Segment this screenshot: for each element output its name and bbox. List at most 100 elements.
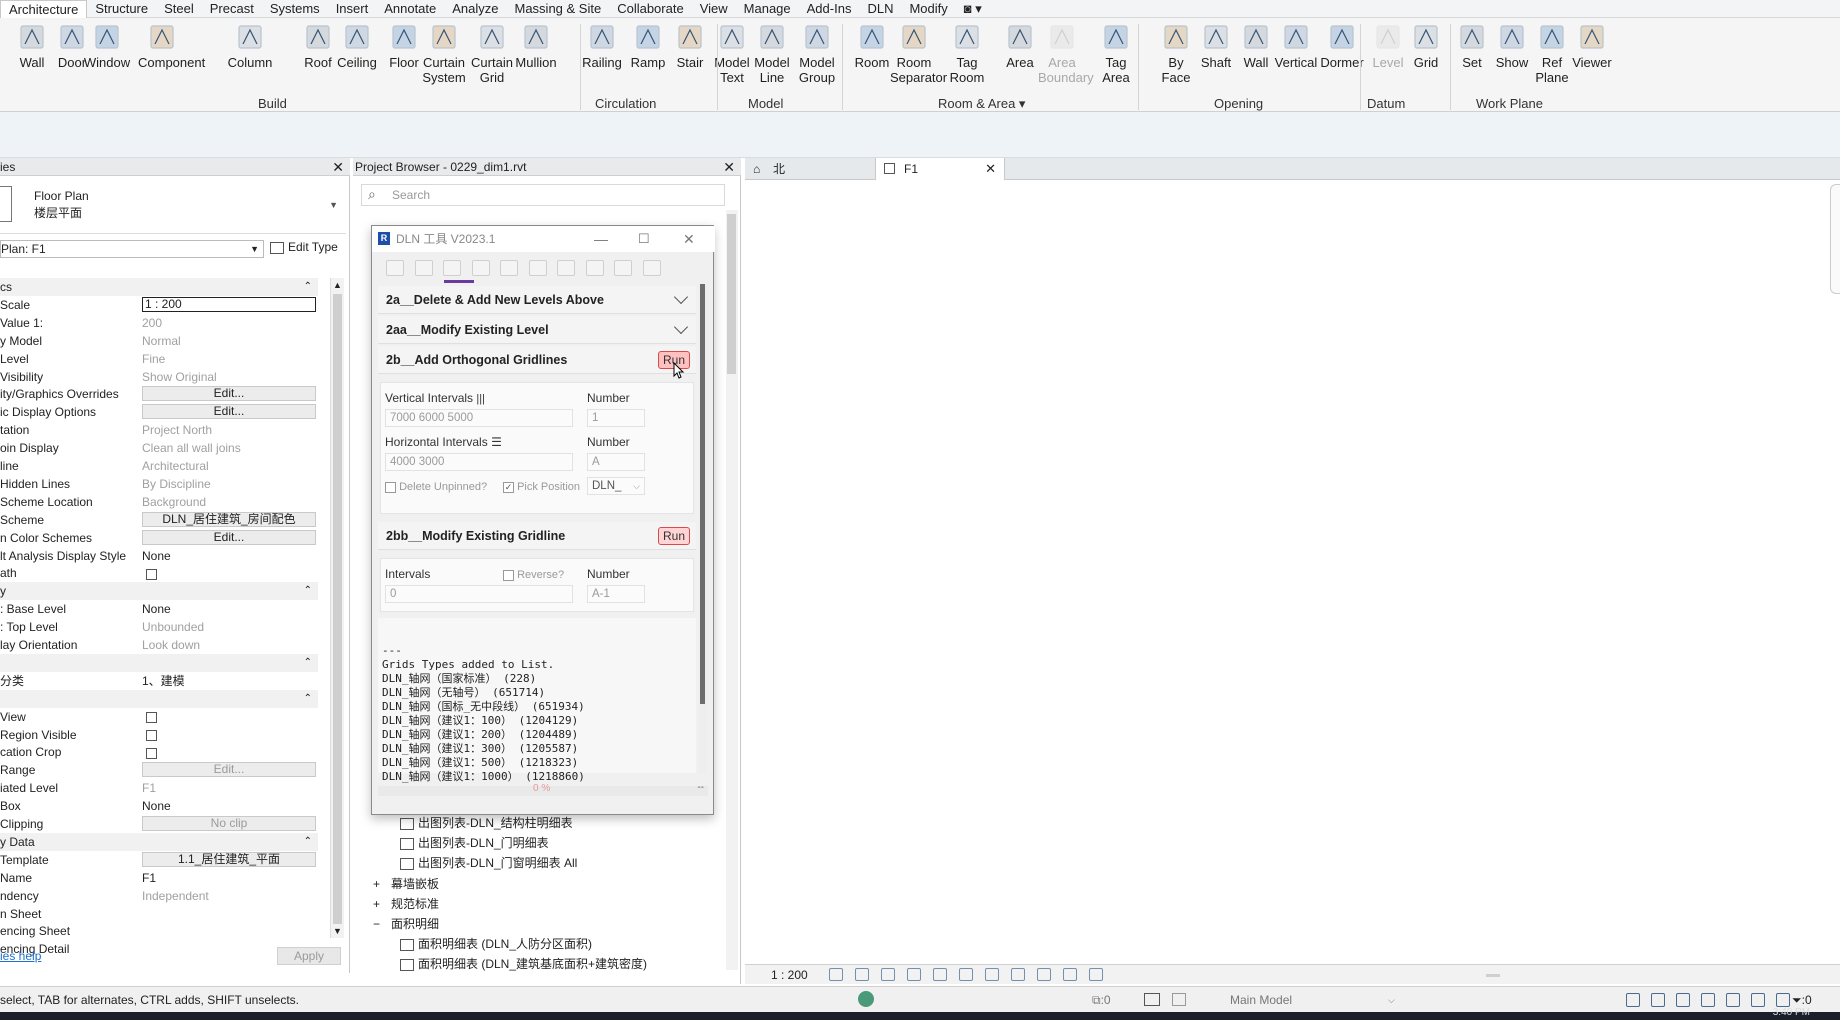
tree-item[interactable]: 出图列表-DLN_门窗明细表 All bbox=[400, 855, 577, 871]
workset-coord[interactable]: ⧉:0 bbox=[1092, 987, 1111, 1013]
properties-help-link[interactable]: ies help bbox=[0, 949, 41, 963]
property-value[interactable]: None bbox=[142, 797, 318, 815]
collapse-icon[interactable]: ⌃ bbox=[304, 582, 312, 600]
property-value[interactable]: F1 bbox=[142, 869, 318, 887]
modify-number-input[interactable]: A-1 bbox=[587, 585, 645, 603]
view-control-icon-8[interactable] bbox=[1011, 968, 1025, 981]
expand-icon[interactable]: + bbox=[373, 896, 380, 912]
apply-button[interactable]: Apply bbox=[277, 947, 341, 965]
dialog-tab-icon-10[interactable] bbox=[642, 260, 661, 276]
dialog-tab-icon-9[interactable] bbox=[614, 260, 632, 276]
chevron-down-icon[interactable]: ▼ bbox=[329, 200, 338, 210]
section-delete-add-levels[interactable]: 2a__Delete & Add New Levels Above bbox=[378, 286, 696, 314]
ribbon-btn-grid[interactable]: Grid bbox=[1402, 22, 1450, 70]
scrollbar[interactable] bbox=[699, 284, 707, 774]
section-add-gridlines[interactable]: 2b__Add Orthogonal Gridlines Run bbox=[378, 346, 696, 374]
delete-unpinned-checkbox[interactable]: Delete Unpinned? bbox=[385, 481, 487, 493]
property-value[interactable]: Project North bbox=[142, 421, 318, 439]
tree-item[interactable]: 面积明细表 (DLN_建筑基底面积+建筑密度) bbox=[400, 956, 647, 972]
ribbon-btn-area-boundary[interactable]: Area Boundary bbox=[1038, 22, 1094, 85]
close-icon[interactable]: ✕ bbox=[683, 226, 695, 252]
property-button[interactable]: No clip bbox=[142, 816, 316, 831]
vertical-number-input[interactable]: 1 bbox=[587, 409, 645, 427]
ribbon-btn-curtain-system[interactable]: Curtain System bbox=[420, 22, 468, 85]
property-value[interactable]: 1、建模 bbox=[142, 672, 318, 690]
menu-modify[interactable]: Modify bbox=[901, 0, 955, 18]
tree-group[interactable]: 面积明细 bbox=[391, 916, 439, 932]
menu-steel[interactable]: Steel bbox=[156, 0, 202, 18]
property-row[interactable]: y Data ⌃ bbox=[0, 832, 318, 851]
property-row[interactable]: ⌃ bbox=[0, 689, 318, 708]
property-row[interactable]: cs ⌃ bbox=[0, 278, 318, 296]
view-control-icon-4[interactable] bbox=[907, 968, 921, 981]
ribbon-btn-tag-room[interactable]: Tag Room bbox=[943, 22, 991, 85]
ribbon-btn-dormer[interactable]: Dormer bbox=[1318, 22, 1366, 70]
collapse-icon[interactable]: ⌃ bbox=[304, 654, 312, 672]
view-control-icon-6[interactable] bbox=[959, 968, 973, 981]
property-checkbox[interactable] bbox=[142, 743, 318, 761]
selection-filter-icon-2[interactable] bbox=[1651, 993, 1665, 1007]
instance-selector[interactable]: Plan: F1 ▼ bbox=[0, 240, 264, 258]
view-control-icon-3[interactable] bbox=[881, 968, 895, 981]
scrollbar-thumb[interactable] bbox=[727, 214, 736, 374]
tree-group[interactable]: 规范标准 bbox=[391, 896, 439, 912]
dialog-tab-icon-7[interactable] bbox=[557, 260, 575, 276]
property-button[interactable]: 1.1_居住建筑_平面 bbox=[142, 851, 316, 867]
selection-filter-icon-6[interactable] bbox=[1751, 993, 1765, 1007]
ribbon-btn-railing[interactable]: Railing bbox=[578, 22, 626, 70]
close-icon[interactable]: ✕ bbox=[985, 158, 996, 180]
ribbon-btn-column[interactable]: Column bbox=[226, 22, 274, 70]
selection-filter-icon-5[interactable] bbox=[1726, 993, 1740, 1007]
tree-item[interactable]: 出图列表-DLN_门明细表 bbox=[400, 835, 549, 851]
sync-icon[interactable] bbox=[858, 991, 874, 1007]
horizontal-number-input[interactable]: A bbox=[587, 453, 645, 471]
drawing-canvas[interactable] bbox=[745, 180, 1840, 972]
menu-view[interactable]: View bbox=[692, 0, 736, 18]
property-row[interactable]: y ⌃ bbox=[0, 582, 318, 601]
navigation-bar[interactable] bbox=[1830, 184, 1840, 294]
intervals-input[interactable]: 0 bbox=[385, 585, 573, 603]
section-modify-gridline[interactable]: 2bb__Modify Existing Gridline Run bbox=[378, 522, 696, 550]
property-row[interactable]: ⌃ bbox=[0, 653, 318, 672]
property-value[interactable]: Unbounded bbox=[142, 618, 318, 636]
property-value[interactable]: By Discipline bbox=[142, 475, 318, 493]
ribbon-btn-model-group[interactable]: Model Group bbox=[793, 22, 841, 85]
property-button[interactable]: Edit... bbox=[142, 386, 316, 402]
grid-type-select[interactable]: DLN_ ⌵ bbox=[587, 477, 645, 495]
collapse-icon[interactable]: ⌃ bbox=[304, 833, 312, 851]
ribbon-btn-curtain-grid[interactable]: Curtain Grid bbox=[468, 22, 516, 85]
ribbon-btn-ramp[interactable]: Ramp bbox=[624, 22, 672, 70]
quick-access-toggle-icon[interactable]: ◙ ▾ bbox=[956, 0, 990, 18]
property-value[interactable]: 1 : 200 bbox=[142, 296, 316, 312]
property-checkbox[interactable] bbox=[142, 726, 318, 744]
section-modify-level[interactable]: 2aa__Modify Existing Level bbox=[378, 316, 696, 344]
ribbon-btn-area[interactable]: Area bbox=[996, 22, 1044, 70]
type-selector[interactable]: Floor Plan 楼层平面 ▼ bbox=[0, 178, 346, 234]
dialog-tab-icon-4[interactable] bbox=[471, 260, 490, 276]
menu-insert[interactable]: Insert bbox=[328, 0, 377, 18]
tree-item[interactable]: 出图列表-DLN_结构柱明细表 bbox=[400, 815, 573, 831]
ribbon-btn-vertical[interactable]: Vertical bbox=[1272, 22, 1320, 70]
close-icon[interactable]: ✕ bbox=[723, 158, 735, 176]
tree-item[interactable]: 面积明细表 (DLN_人防分区面积) bbox=[400, 936, 592, 952]
collapse-icon[interactable]: ⌃ bbox=[304, 690, 312, 708]
ribbon-btn-room[interactable]: Room bbox=[848, 22, 896, 70]
view-control-icon-2[interactable] bbox=[855, 968, 869, 981]
view-control-icon-5[interactable] bbox=[933, 968, 947, 981]
ribbon-btn-mullion[interactable]: Mullion bbox=[512, 22, 560, 70]
property-button[interactable]: Edit... bbox=[142, 404, 316, 420]
menu-systems[interactable]: Systems bbox=[262, 0, 328, 18]
property-value[interactable]: None bbox=[142, 600, 318, 618]
property-value[interactable]: Independent bbox=[142, 887, 318, 905]
scrollbar-thumb[interactable] bbox=[700, 284, 705, 704]
reverse-checkbox[interactable]: Reverse? bbox=[503, 569, 564, 581]
menu-collaborate[interactable]: Collaborate bbox=[609, 0, 692, 18]
ribbon-btn-model-line[interactable]: Model Line bbox=[748, 22, 796, 85]
property-value[interactable]: F1 bbox=[142, 779, 318, 797]
ribbon-btn-room-separator[interactable]: Room Separator bbox=[890, 22, 947, 85]
view-tab-f1[interactable]: F1 ✕ bbox=[875, 158, 1005, 180]
property-value[interactable]: Clean all wall joins bbox=[142, 439, 318, 457]
selection-filter-icon-3[interactable] bbox=[1676, 993, 1690, 1007]
run-button[interactable]: Run bbox=[658, 527, 690, 545]
property-value[interactable]: Background bbox=[142, 493, 318, 511]
